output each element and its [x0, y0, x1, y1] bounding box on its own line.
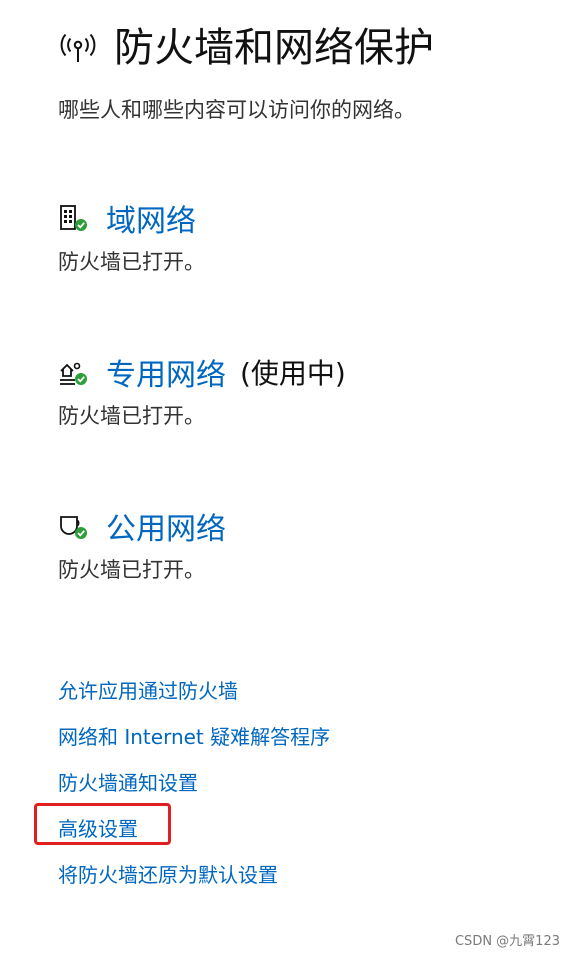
home-network-icon [60, 362, 87, 385]
coffee-cup-icon [60, 516, 87, 539]
domain-network-link[interactable]: 域网络 [106, 196, 196, 240]
page-title: 防火墙和网络保护 [114, 25, 434, 71]
private-network-link[interactable]: 专用网络 [106, 350, 226, 394]
public-network-status: 防火墙已打开。 [58, 558, 205, 582]
restore-firewall-defaults-link[interactable]: 将防火墙还原为默认设置 [58, 860, 330, 906]
network-section-private: 专用网络 (使用中) 防火墙已打开。 [58, 350, 346, 430]
page-subtitle: 哪些人和哪些内容可以访问你的网络。 [58, 98, 415, 122]
domain-network-status: 防火墙已打开。 [58, 250, 205, 274]
network-section-domain: 域网络 防火墙已打开。 [58, 196, 205, 276]
private-network-status: 防火墙已打开。 [58, 404, 205, 428]
header: 防火墙和网络保护 [58, 20, 434, 76]
antenna-broadcast-icon [60, 33, 96, 62]
public-network-link[interactable]: 公用网络 [106, 504, 226, 548]
building-shield-icon [60, 205, 87, 231]
in-use-label: (使用中) [240, 357, 346, 390]
network-section-public: 公用网络 防火墙已打开。 [58, 504, 226, 584]
network-troubleshooter-link[interactable]: 网络和 Internet 疑难解答程序 [58, 722, 330, 768]
watermark: CSDN @九霄123 [454, 934, 560, 949]
settings-links: 允许应用通过防火墙 网络和 Internet 疑难解答程序 防火墙通知设置 高级… [58, 676, 330, 906]
allow-app-through-firewall-link[interactable]: 允许应用通过防火墙 [58, 676, 330, 722]
highlight-box [34, 803, 171, 845]
